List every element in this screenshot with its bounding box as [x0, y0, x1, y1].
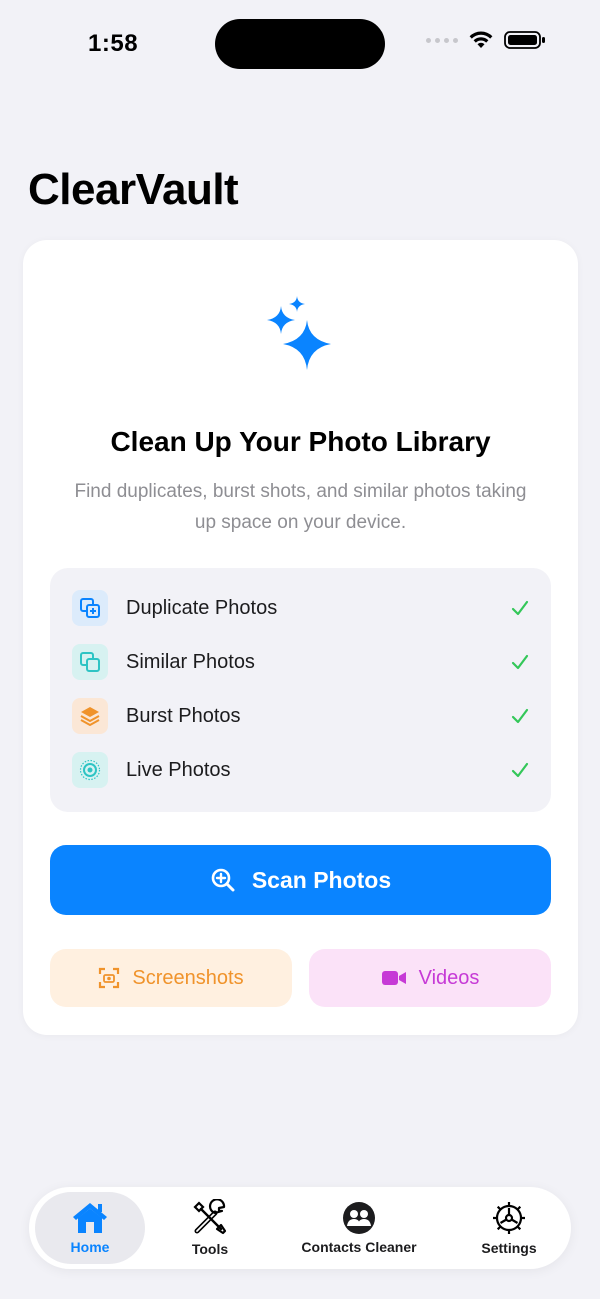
screenshot-icon — [99, 967, 120, 989]
screenshots-label: Screenshots — [132, 966, 244, 989]
checkmark-icon — [511, 654, 529, 670]
live-photo-icon — [72, 752, 108, 788]
status-bar: 1:58 — [0, 0, 600, 90]
scan-photos-label: Scan Photos — [251, 866, 392, 893]
gear-icon — [493, 1202, 525, 1234]
feature-label: Duplicate Photos — [126, 596, 278, 619]
wifi-icon — [469, 31, 493, 48]
feature-duplicate-photos: Duplicate Photos — [50, 581, 551, 635]
tab-label: Contacts Cleaner — [301, 1239, 417, 1255]
tab-label: Tools — [191, 1241, 229, 1257]
feature-similar-photos: Similar Photos — [50, 635, 551, 689]
card-subtitle: Find duplicates, burst shots, and simila… — [74, 481, 527, 533]
status-time: 1:58 — [88, 30, 139, 57]
duplicate-icon — [72, 590, 108, 626]
feature-list: Duplicate Photos Similar Photos Burst Ph… — [50, 568, 551, 812]
tools-icon — [193, 1199, 227, 1235]
main-card: Clean Up Your Photo Library Find duplica… — [23, 240, 578, 1035]
card-heading: Clean Up Your Photo Library — [110, 426, 491, 457]
screenshots-button[interactable]: Screenshots — [50, 949, 292, 1007]
feature-burst-photos: Burst Photos — [50, 689, 551, 743]
page-title: ClearVault — [28, 165, 239, 214]
people-icon — [343, 1202, 375, 1234]
checkmark-icon — [511, 762, 529, 778]
battery-icon — [504, 31, 545, 49]
house-icon — [73, 1203, 107, 1233]
checkmark-icon — [511, 708, 529, 724]
tab-bar: Home Tools Contacts Cleaner Settings — [29, 1187, 571, 1269]
videos-label: Videos — [418, 966, 480, 989]
tab-home[interactable]: Home — [35, 1192, 145, 1264]
feature-label: Burst Photos — [126, 704, 241, 727]
similar-icon — [72, 644, 108, 680]
tab-label: Home — [70, 1239, 110, 1255]
feature-label: Live Photos — [126, 758, 231, 781]
dynamic-island — [215, 19, 385, 69]
video-camera-icon — [381, 971, 406, 985]
scan-photos-button[interactable]: Scan Photos — [50, 845, 551, 915]
stack-icon — [72, 698, 108, 734]
tab-contacts-cleaner[interactable]: Contacts Cleaner — [291, 1192, 427, 1264]
magnifier-plus-icon — [211, 868, 235, 892]
checkmark-icon — [511, 600, 529, 616]
feature-live-photos: Live Photos — [50, 743, 551, 797]
tab-tools[interactable]: Tools — [155, 1192, 265, 1264]
tab-settings[interactable]: Settings — [454, 1192, 564, 1264]
status-icons — [426, 30, 546, 50]
feature-label: Similar Photos — [126, 650, 255, 673]
tab-label: Settings — [481, 1240, 537, 1256]
cellular-signal-icon — [426, 37, 458, 43]
videos-button[interactable]: Videos — [309, 949, 551, 1007]
sparkles-icon — [267, 296, 331, 370]
